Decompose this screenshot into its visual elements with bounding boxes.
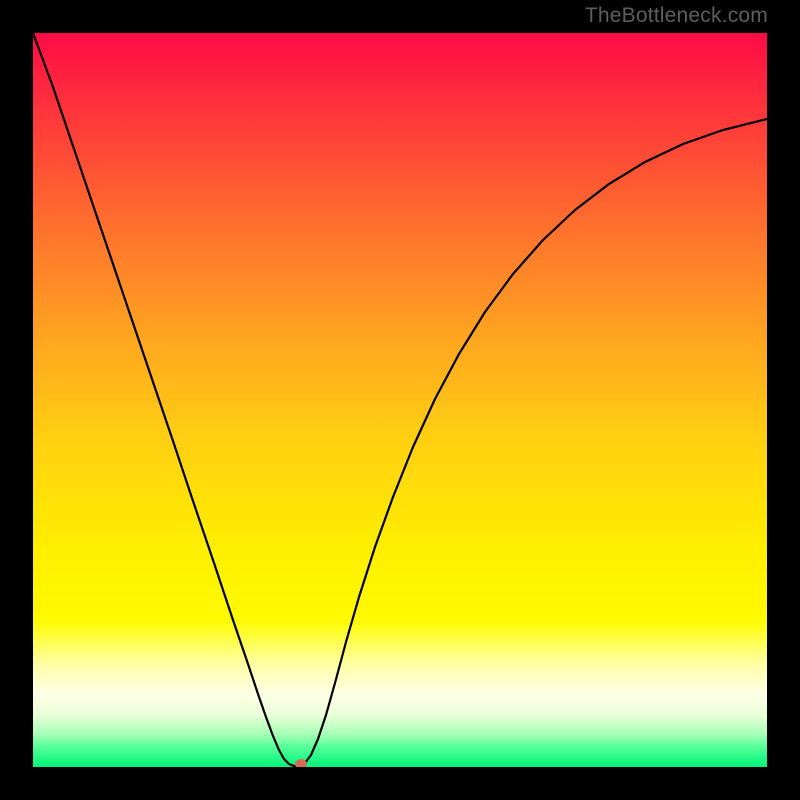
chart-frame: TheBottleneck.com	[0, 0, 800, 800]
plot-area	[33, 33, 767, 767]
watermark-text: TheBottleneck.com	[585, 4, 768, 28]
chart-svg	[33, 33, 767, 767]
gradient-background	[33, 33, 767, 767]
optimum-marker	[295, 759, 307, 767]
